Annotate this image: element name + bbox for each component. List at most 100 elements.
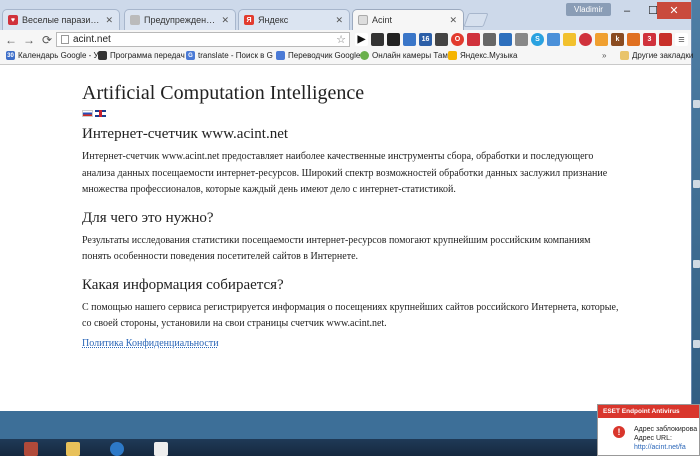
translate-icon bbox=[276, 51, 285, 60]
tab-title: Предупреждение — ESET bbox=[144, 15, 217, 25]
section-text: Результаты исследования статистики посещ… bbox=[82, 234, 591, 263]
eset-notification[interactable]: ESET Endpoint Antivirus ! Адрес заблокир… bbox=[597, 404, 700, 456]
bookmark-tv-program[interactable]: Программа передач bbox=[98, 51, 185, 60]
mail-icon[interactable] bbox=[403, 33, 416, 46]
bookmark-google-translate[interactable]: Переводчик Google bbox=[276, 51, 360, 60]
bookmark-yandex-music[interactable]: Яндекс.Музыка bbox=[448, 51, 517, 60]
translate-icon[interactable] bbox=[547, 33, 560, 46]
gmail-icon[interactable] bbox=[499, 33, 512, 46]
bookmark-calendar[interactable]: 30 Календарь Google - У bbox=[6, 51, 99, 60]
desktop-icon[interactable] bbox=[693, 180, 700, 188]
search-icon[interactable] bbox=[595, 33, 608, 46]
bookmark-label: Календарь Google - У bbox=[18, 51, 99, 60]
section-heading: Какая информация собирается? bbox=[82, 276, 284, 293]
bookmark-label: Переводчик Google bbox=[288, 51, 361, 60]
tab-title: Веселые паразиты!) bbox=[22, 15, 102, 25]
section-heading: Для чего это нужно? bbox=[82, 209, 214, 226]
title-bar: ♥ Веселые паразиты!) ✕ Предупреждение — … bbox=[0, 0, 691, 30]
close-icon[interactable]: ✕ bbox=[105, 15, 113, 26]
taskbar bbox=[0, 439, 700, 456]
user-badge[interactable]: Vladimir bbox=[566, 3, 611, 16]
close-icon[interactable]: ✕ bbox=[449, 15, 457, 26]
notification-line: Адрес заблокирова bbox=[634, 426, 698, 433]
k-icon[interactable]: k bbox=[611, 33, 624, 46]
new-tab-button[interactable] bbox=[463, 13, 489, 27]
tv-icon bbox=[98, 51, 107, 60]
bookmark-label: translate - Поиск в G bbox=[198, 51, 273, 60]
page-icon bbox=[130, 15, 140, 25]
extensions-bar: ▶ 16 O S k 3 ≡ bbox=[355, 33, 688, 46]
desktop-icon[interactable] bbox=[693, 340, 700, 348]
adblock-icon[interactable] bbox=[659, 33, 672, 46]
skype-icon[interactable]: S bbox=[531, 33, 544, 46]
bookmarks-bar: 30 Календарь Google - У Программа переда… bbox=[0, 49, 693, 65]
back-button[interactable]: ← bbox=[4, 33, 18, 47]
yandex-icon: Я bbox=[244, 15, 254, 25]
notification-line: Адрес URL: bbox=[634, 435, 672, 442]
record-icon[interactable] bbox=[579, 33, 592, 46]
taskbar-app-icon[interactable] bbox=[24, 442, 38, 456]
notification-body: ! Адрес заблокирова Адрес URL: http://ac… bbox=[598, 418, 699, 455]
screen-icon[interactable] bbox=[435, 33, 448, 46]
language-switcher bbox=[82, 110, 622, 117]
desktop-icon[interactable] bbox=[693, 100, 700, 108]
section-text: Интернет-счетчик www.acint.net предостав… bbox=[82, 151, 608, 195]
desktop-icon[interactable] bbox=[693, 260, 700, 268]
tab-eset-warning[interactable]: Предупреждение — ESET ✕ bbox=[124, 9, 236, 30]
toolbar: ← → ⟳ acint.net ☆ ▶ 16 O S k 3 ≡ bbox=[0, 30, 691, 49]
calendar-icon: 30 bbox=[6, 51, 15, 60]
music-icon bbox=[448, 51, 457, 60]
close-icon[interactable]: ✕ bbox=[335, 15, 343, 26]
section-text: С помощью нашего сервиса регистрируется … bbox=[82, 301, 619, 330]
notes-icon[interactable] bbox=[563, 33, 576, 46]
address-bar[interactable]: acint.net ☆ bbox=[56, 32, 350, 47]
fire-icon[interactable] bbox=[627, 33, 640, 46]
folder-icon bbox=[620, 51, 629, 60]
folder-icon[interactable] bbox=[66, 442, 80, 456]
bookmarks-overflow[interactable]: » bbox=[602, 51, 606, 60]
russian-flag-icon[interactable] bbox=[82, 110, 93, 117]
pocket-icon[interactable] bbox=[467, 33, 480, 46]
google-icon: G bbox=[186, 51, 195, 60]
close-window-button[interactable]: ✕ bbox=[657, 2, 691, 19]
bookmark-online-cameras[interactable]: Онлайн камеры Там bbox=[360, 51, 448, 60]
page-content: Artificial Computation Intelligence Инте… bbox=[0, 65, 691, 411]
tab-title: Acint bbox=[372, 15, 393, 25]
page-icon bbox=[61, 35, 69, 44]
document-icon[interactable] bbox=[154, 442, 168, 456]
grid-icon[interactable] bbox=[483, 33, 496, 46]
mic-icon[interactable] bbox=[515, 33, 528, 46]
article: Artificial Computation Intelligence Инте… bbox=[82, 82, 622, 351]
close-icon[interactable]: ✕ bbox=[221, 15, 229, 26]
minimize-button[interactable]: – bbox=[614, 2, 640, 19]
play-icon[interactable]: ▶ bbox=[355, 33, 368, 46]
badge-icon[interactable]: 3 bbox=[643, 33, 656, 46]
menu-icon[interactable]: ≡ bbox=[675, 33, 688, 46]
tab-yandex[interactable]: Я Яндекс ✕ bbox=[238, 9, 350, 30]
calendar-icon[interactable]: 16 bbox=[419, 33, 432, 46]
forward-button[interactable]: → bbox=[22, 33, 36, 47]
reload-button[interactable]: ⟳ bbox=[40, 33, 54, 47]
folder-icon[interactable] bbox=[387, 33, 400, 46]
url-text: acint.net bbox=[73, 34, 111, 45]
bookmark-star-icon[interactable]: ☆ bbox=[336, 33, 346, 46]
heart-icon: ♥ bbox=[8, 15, 18, 25]
tab-veselye[interactable]: ♥ Веселые паразиты!) ✕ bbox=[2, 9, 120, 30]
privacy-policy-link[interactable]: Политика Конфиденциальности bbox=[82, 338, 219, 349]
browser-window: ♥ Веселые паразиты!) ✕ Предупреждение — … bbox=[0, 0, 693, 411]
page-title: Artificial Computation Intelligence bbox=[82, 82, 365, 104]
tab-acint[interactable]: Acint ✕ bbox=[352, 9, 464, 30]
notification-text: Адрес заблокирова Адрес URL: http://acin… bbox=[634, 425, 697, 452]
bookmark-label: Другие закладки bbox=[632, 51, 694, 60]
cloud-icon[interactable] bbox=[371, 33, 384, 46]
bookmark-label: Яндекс.Музыка bbox=[460, 51, 518, 60]
bookmark-other[interactable]: Другие закладки bbox=[620, 51, 693, 60]
opera-icon[interactable]: O bbox=[451, 33, 464, 46]
notification-title: ESET Endpoint Antivirus bbox=[598, 405, 699, 418]
taskbar-app-icon[interactable] bbox=[110, 442, 124, 456]
uk-flag-icon[interactable] bbox=[95, 110, 106, 117]
bookmark-translate-search[interactable]: G translate - Поиск в G bbox=[186, 51, 273, 60]
camera-icon bbox=[360, 51, 369, 60]
alert-icon: ! bbox=[613, 426, 625, 438]
bookmark-label: Программа передач bbox=[110, 51, 185, 60]
